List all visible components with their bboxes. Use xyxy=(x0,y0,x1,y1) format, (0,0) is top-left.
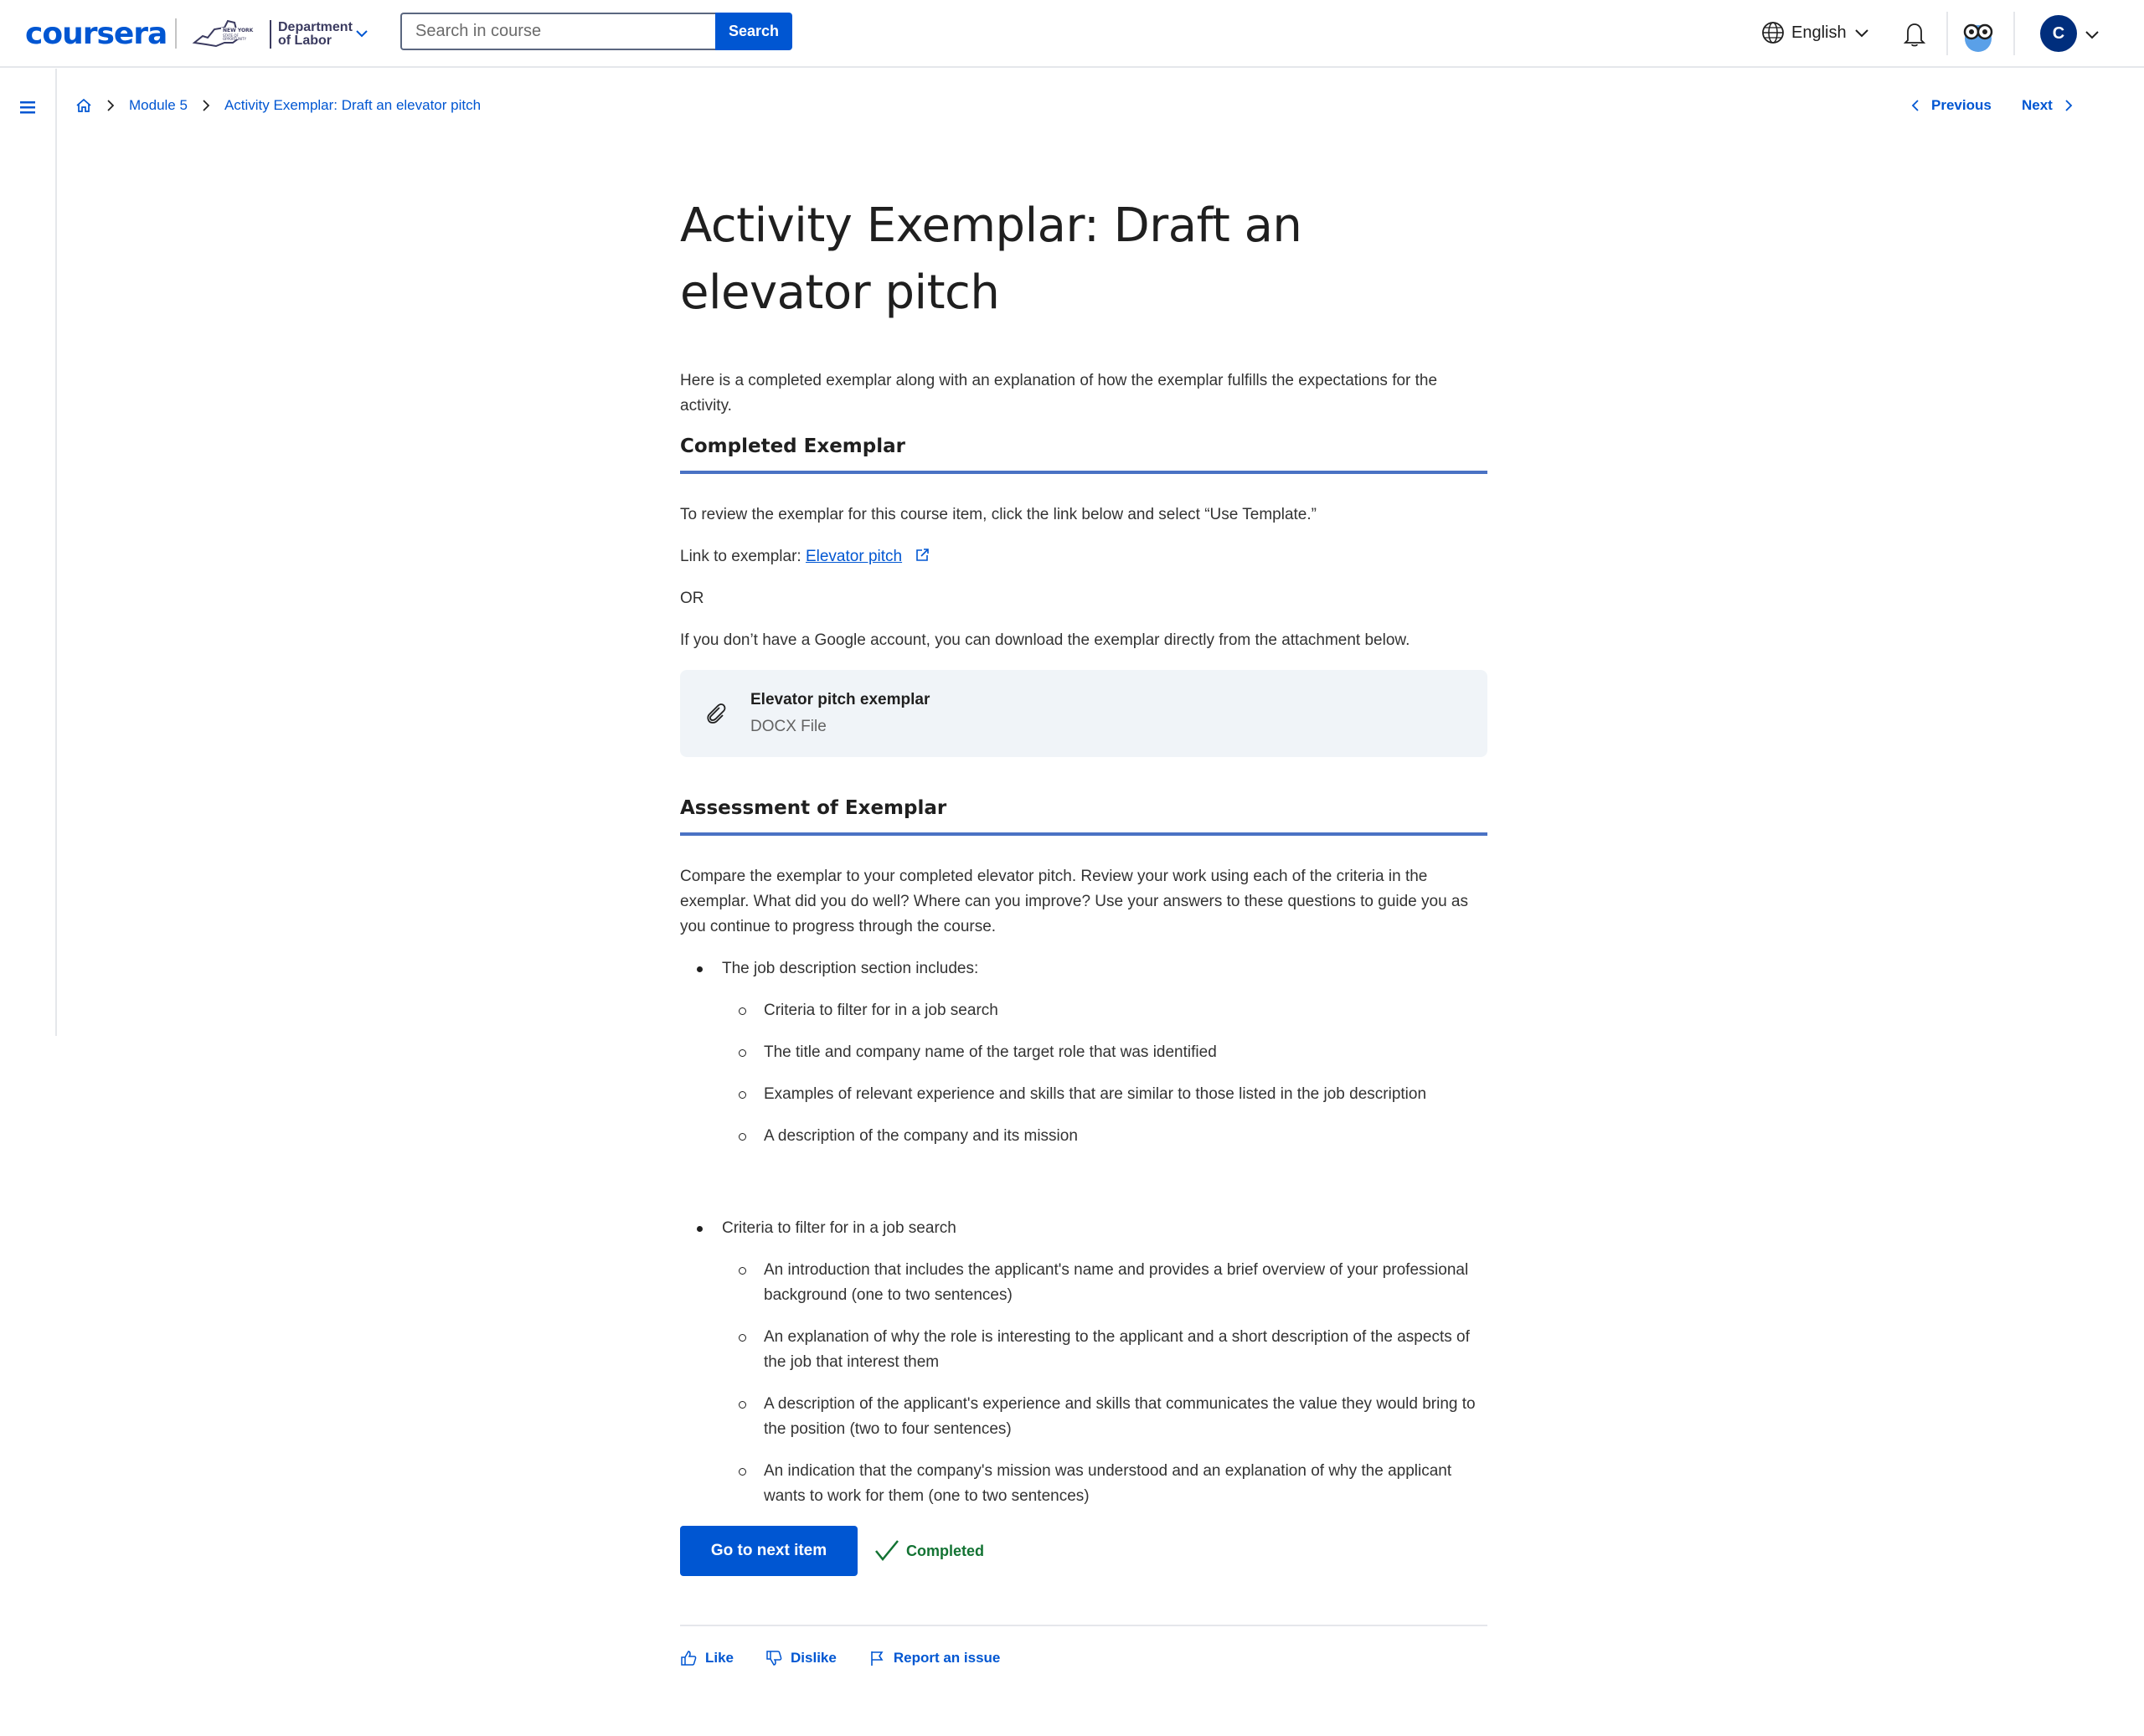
globe-icon xyxy=(1762,22,1784,44)
item-actions: Go to next item Completed xyxy=(680,1526,1487,1576)
chevron-right-icon xyxy=(107,100,115,111)
chevron-right-icon xyxy=(2065,100,2073,111)
list-item: An explanation of why the role is intere… xyxy=(722,1325,1487,1375)
intro-text: Here is a completed exemplar along with … xyxy=(680,372,1438,415)
sub-list: Criteria to filter for in a job search T… xyxy=(722,998,1487,1149)
partner-name-line2: of Labor xyxy=(278,33,332,48)
or-text: OR xyxy=(680,590,704,607)
thumbs-up-icon xyxy=(681,1651,697,1666)
coursera-logo[interactable]: coursera xyxy=(25,17,168,51)
ny-state-icon: NEW YORK STATE OF OPPORTUNITY xyxy=(192,19,254,48)
attachment-type: DOCX File xyxy=(750,718,827,735)
divider xyxy=(680,1625,1487,1626)
logo-divider xyxy=(175,18,177,49)
criteria-list-1: The job description section includes: Cr… xyxy=(697,956,1487,1149)
coach-owl-icon[interactable] xyxy=(1960,17,1997,54)
list-item: An indication that the company's mission… xyxy=(722,1459,1487,1509)
nav-divider xyxy=(2013,12,2015,55)
report-issue-button[interactable]: Report an issue xyxy=(868,1650,1001,1666)
list-item: Criteria to filter for in a job search A… xyxy=(697,1216,1487,1509)
partner-separator xyxy=(270,20,271,49)
svg-text:OPPORTUNITY: OPPORTUNITY xyxy=(223,37,247,41)
criteria-list-2: Criteria to filter for in a job search A… xyxy=(697,1216,1487,1509)
list-item: The title and company name of the target… xyxy=(722,1040,1487,1065)
review-instructions: To review the exemplar for this course i… xyxy=(680,506,1317,523)
external-link-icon[interactable] xyxy=(915,548,930,563)
main-content: Activity Exemplar: Draft an elevator pit… xyxy=(680,193,1487,1666)
breadcrumb-module[interactable]: Module 5 xyxy=(129,97,188,114)
list-item-label: The job description section includes: xyxy=(722,960,979,977)
list-item: A description of the applicant's experie… xyxy=(722,1392,1487,1442)
report-label: Report an issue xyxy=(893,1650,1001,1666)
go-to-next-item-button[interactable]: Go to next item xyxy=(680,1526,858,1576)
next-label: Next xyxy=(2022,97,2053,113)
attachment-card[interactable]: Elevator pitch exemplar DOCX File xyxy=(680,670,1487,757)
paperclip-icon xyxy=(707,703,726,724)
exemplar-link-line: Link to exemplar: Elevator pitch xyxy=(680,544,1487,569)
svg-text:NEW YORK: NEW YORK xyxy=(223,28,254,33)
attachment-info: Elevator pitch exemplar DOCX File xyxy=(750,691,930,736)
link-prefix: Link to exemplar: xyxy=(680,548,806,565)
partner-name-line1: Department xyxy=(278,20,353,34)
sub-list: An introduction that includes the applic… xyxy=(722,1258,1487,1509)
assessment-intro: Compare the exemplar to your completed e… xyxy=(680,868,1469,935)
nav-divider xyxy=(1946,12,1948,55)
breadcrumb-current[interactable]: Activity Exemplar: Draft an elevator pit… xyxy=(224,97,481,114)
previous-button[interactable]: Previous xyxy=(1910,97,1992,114)
list-item-label: Criteria to filter for in a job search xyxy=(722,1219,956,1237)
like-label: Like xyxy=(705,1650,734,1666)
dislike-label: Dislike xyxy=(791,1650,837,1666)
language-label: English xyxy=(1791,23,1847,42)
breadcrumb: Module 5 Activity Exemplar: Draft an ele… xyxy=(75,97,481,114)
chevron-right-icon xyxy=(203,100,210,111)
search-button[interactable]: Search xyxy=(715,13,792,50)
list-item: A description of the company and its mis… xyxy=(722,1124,1487,1149)
section-heading-assessment: Assessment of Exemplar xyxy=(680,797,1487,836)
bell-icon[interactable] xyxy=(1901,20,1928,49)
feedback-bar: Like Dislike Report an issue xyxy=(680,1650,1487,1666)
avatar[interactable]: C xyxy=(2040,15,2077,52)
chevron-down-icon xyxy=(1854,29,1868,38)
exemplar-link[interactable]: Elevator pitch xyxy=(806,548,902,565)
page-title: Activity Exemplar: Draft an elevator pit… xyxy=(680,198,1302,320)
attachment-title: Elevator pitch exemplar xyxy=(750,691,930,708)
completion-status: Completed xyxy=(874,1539,984,1563)
completion-label: Completed xyxy=(906,1542,985,1559)
partner-logo[interactable]: NEW YORK STATE OF OPPORTUNITY Department… xyxy=(191,15,353,54)
section-heading-completed: Completed Exemplar xyxy=(680,435,1487,474)
thumbs-down-icon xyxy=(766,1651,782,1666)
like-button[interactable]: Like xyxy=(680,1650,734,1666)
list-item: Examples of relevant experience and skil… xyxy=(722,1082,1487,1107)
dislike-button[interactable]: Dislike xyxy=(765,1650,837,1666)
chevron-left-icon xyxy=(1911,100,1919,111)
partner-name: Department of Labor xyxy=(278,21,353,48)
checkmark-icon xyxy=(875,1540,899,1561)
download-instructions: If you don’t have a Google account, you … xyxy=(680,631,1410,649)
list-item: An introduction that includes the applic… xyxy=(722,1258,1487,1308)
list-item: Criteria to filter for in a job search xyxy=(722,998,1487,1023)
flag-icon xyxy=(871,1651,884,1666)
previous-label: Previous xyxy=(1931,97,1992,113)
left-rail xyxy=(0,69,57,1036)
chevron-down-icon[interactable] xyxy=(353,25,370,42)
next-button[interactable]: Next xyxy=(2022,97,2074,114)
search-input[interactable] xyxy=(400,13,715,50)
chevron-down-icon[interactable] xyxy=(2084,27,2100,44)
home-icon[interactable] xyxy=(75,97,92,114)
menu-icon[interactable] xyxy=(20,100,35,114)
language-selector[interactable]: English xyxy=(1761,21,1870,44)
top-nav-bar: coursera NEW YORK STATE OF OPPORTUNITY D… xyxy=(0,0,2144,68)
list-item: The job description section includes: Cr… xyxy=(697,956,1487,1149)
